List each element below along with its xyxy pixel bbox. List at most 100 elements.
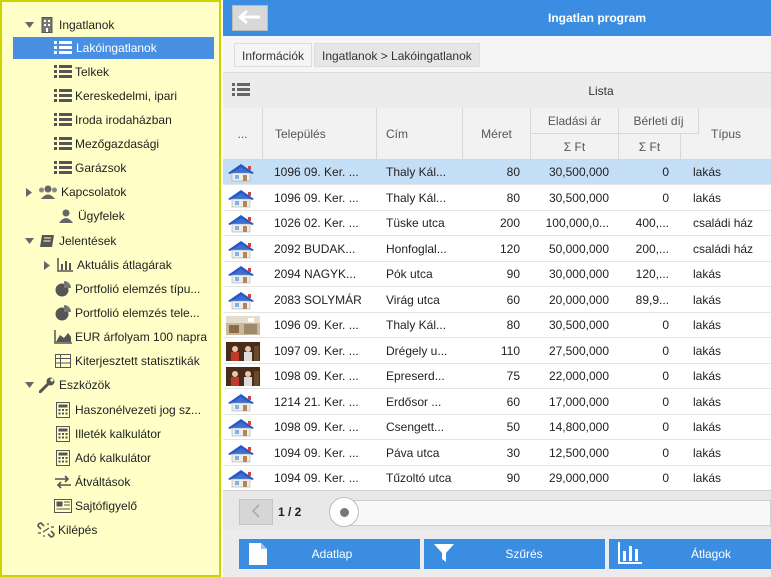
cell-tipus: lakás [693,420,722,434]
sidebar-item-lakoingatlanok[interactable]: Lakóingatlanok [13,37,214,59]
sidebar-item-eur-arfolyam[interactable]: EUR árfolyam 100 napra [54,326,207,348]
cell-cim: Virág utca [386,292,440,307]
list-icon[interactable] [232,83,250,100]
column-header-more[interactable]: ... [223,108,263,160]
column-header-berleti-sum[interactable]: Σ Ft [619,134,681,160]
cell-berleti: 0 [662,471,669,485]
app-window: Ingatlanok Lakóingatlanok Telkek Kereske… [0,0,771,577]
cell-telepules: 1094 09. Ker. ... [274,445,359,460]
sidebar-item-label: Telkek [75,65,110,79]
cell-meret: 60 [506,394,520,409]
table-row[interactable]: 1098 09. Ker. ... Epreserd... 75 22,000,000… [223,364,771,389]
user-icon [57,208,75,224]
column-header-meret[interactable]: Méret [463,108,531,160]
cell-tipus: családi ház [693,241,754,256]
adatlap-button[interactable]: Adatlap [239,539,420,569]
sidebar-item-kereskedelmi[interactable]: Kereskedelmi, ipari [54,85,177,107]
chevron-right-icon[interactable] [42,260,52,270]
back-button[interactable] [232,5,268,31]
column-header-cim[interactable]: Cím [377,108,463,160]
cell-cim: Pók utca [386,267,433,281]
sidebar-item-kapcsolatok[interactable]: Kapcsolatok [24,181,126,203]
breadcrumb-info[interactable]: Információk [234,43,313,67]
sidebar-item-iroda[interactable]: Iroda irodaházban [54,109,172,131]
cell-telepules: 1098 09. Ker. ... [274,369,359,383]
page-slider-handle[interactable] [329,497,359,527]
cell-berleti: 0 [662,369,669,383]
atlagok-button[interactable]: Átlagok [609,539,771,569]
main-panel: Ingatlan program Információk Ingatlanok … [223,0,771,577]
sidebar-item-kilepes[interactable]: Kilépés [37,519,97,541]
cell-telepules: 1096 09. Ker. ... [274,318,359,332]
cell-tipus: lakás [693,471,722,485]
sidebar-item-label: Portfolió elemzés tele... [75,306,200,320]
list-header: Lista [223,72,771,108]
chevron-down-icon[interactable] [24,238,34,244]
table-row[interactable]: 1094 09. Ker. ... Páva utca 30 12,500,000 0 l… [223,440,771,466]
chevron-down-icon[interactable] [24,382,34,388]
sidebar-item-ugyfelek[interactable]: Ügyfelek [57,205,125,227]
cell-meret: 90 [506,471,520,485]
szures-button[interactable]: Szűrés [424,539,605,569]
sidebar-item-illetek[interactable]: Illeték kalkulátor [54,423,161,445]
table-row[interactable]: 1026 02. Ker. ... Tüske utca 200 100,000,0.… [223,211,771,236]
sidebar-item-sajtofigyelo[interactable]: Sajtófigyelő [54,495,137,517]
house-icon [223,160,263,185]
table-row[interactable]: 2094 NAGYK... Pók utca 90 30,000,000 120,...… [223,262,771,287]
sidebar-item-portfolio-tipus[interactable]: Portfolió elemzés típu... [54,278,200,300]
chevron-left-icon [251,503,260,521]
sidebar-item-aktualis-atlagarak[interactable]: Aktuális átlagárak [42,254,172,276]
cell-tipus: lakás [693,165,722,179]
sidebar-item-kiterjesztett[interactable]: Kiterjesztett statisztikák [54,350,200,372]
unlink-icon [37,522,55,538]
table-row[interactable]: 1094 09. Ker. ... Tűzoltó utca 90 29,000,00… [223,466,771,490]
page-slider[interactable] [331,500,771,526]
column-header-eladasi-sum[interactable]: Σ Ft [531,134,619,160]
cell-eladasi: 30,500,000 [548,190,609,205]
sidebar-item-label: Lakóingatlanok [76,41,157,55]
table-row[interactable]: 1097 09. Ker. ... Drégely u... 110 27,500,0… [223,338,771,364]
sidebar-item-mezogazdasagi[interactable]: Mezőgazdasági [54,133,159,155]
cell-berleti: 89,9... [635,292,669,307]
sidebar-item-jelentesek[interactable]: Jelentések [24,230,116,252]
sidebar-item-label: Garázsok [75,161,127,175]
table-row[interactable]: 1214 21. Ker. ... Erdősor ... 60 17,000,000… [223,389,771,415]
cell-tipus: lakás [693,369,722,383]
sidebar-item-ingatlanok[interactable]: Ingatlanok [2,14,219,36]
cell-eladasi: 29,000,000 [548,471,609,485]
sidebar-item-garazsok[interactable]: Garázsok [54,157,126,179]
table-row[interactable]: 2083 SOLYMÁR Virág utca 60 20,000,000 89,9..… [223,287,771,313]
cell-eladasi: 30,500,000 [548,318,609,332]
sidebar-item-telkek[interactable]: Telkek [54,61,109,83]
cell-berleti: 0 [662,343,669,358]
property-photo [223,339,263,364]
cell-cim: Epreserd... [386,369,445,383]
sidebar-item-eszkozok[interactable]: Eszközök [24,374,110,396]
table-row[interactable]: 1096 09. Ker. ... Thaly Kál... 80 30,500,00… [223,185,771,211]
house-icon [223,390,263,415]
sidebar-item-haszonelvezeti[interactable]: Haszonélvezeti jog sz... [54,399,201,421]
breadcrumb-path[interactable]: Ingatlanok > Lakóingatlanok [314,43,480,67]
prev-page-button[interactable] [239,499,273,525]
calculator-icon [54,426,72,442]
cell-tipus: lakás [693,394,722,409]
table-row[interactable]: 1098 09. Ker. ... Csengett... 50 14,800,000… [223,415,771,440]
table-icon [54,353,72,369]
table-row[interactable]: 2092 BUDAK... Honfoglal... 120 50,000,000 20… [223,236,771,262]
column-header-eladasi[interactable]: Eladási ár [531,108,619,134]
sidebar-item-portfolio-telepules[interactable]: Portfolió elemzés tele... [54,302,200,324]
table-row[interactable]: 1096 09. Ker. ... Thaly Kál... 80 30,500,00… [223,313,771,338]
list-icon [54,136,72,152]
cell-berleti: 0 [662,190,669,205]
sidebar-item-atvaltasok[interactable]: Átváltások [54,471,130,493]
list-icon [54,88,72,104]
cell-tipus: családi ház [693,216,754,230]
column-header-telepules[interactable]: Település [263,108,377,160]
table-row[interactable]: 1096 09. Ker. ... Thaly Kál... 80 30,500,00… [223,160,771,185]
chevron-down-icon[interactable] [24,22,34,28]
cell-telepules: 1097 09. Ker. ... [274,343,359,358]
column-header-tipus[interactable]: Típus [681,108,771,160]
chevron-right-icon[interactable] [24,187,34,197]
sidebar-item-ado[interactable]: Adó kalkulátor [54,447,151,469]
sidebar-item-label: Kiterjesztett statisztikák [75,354,200,368]
